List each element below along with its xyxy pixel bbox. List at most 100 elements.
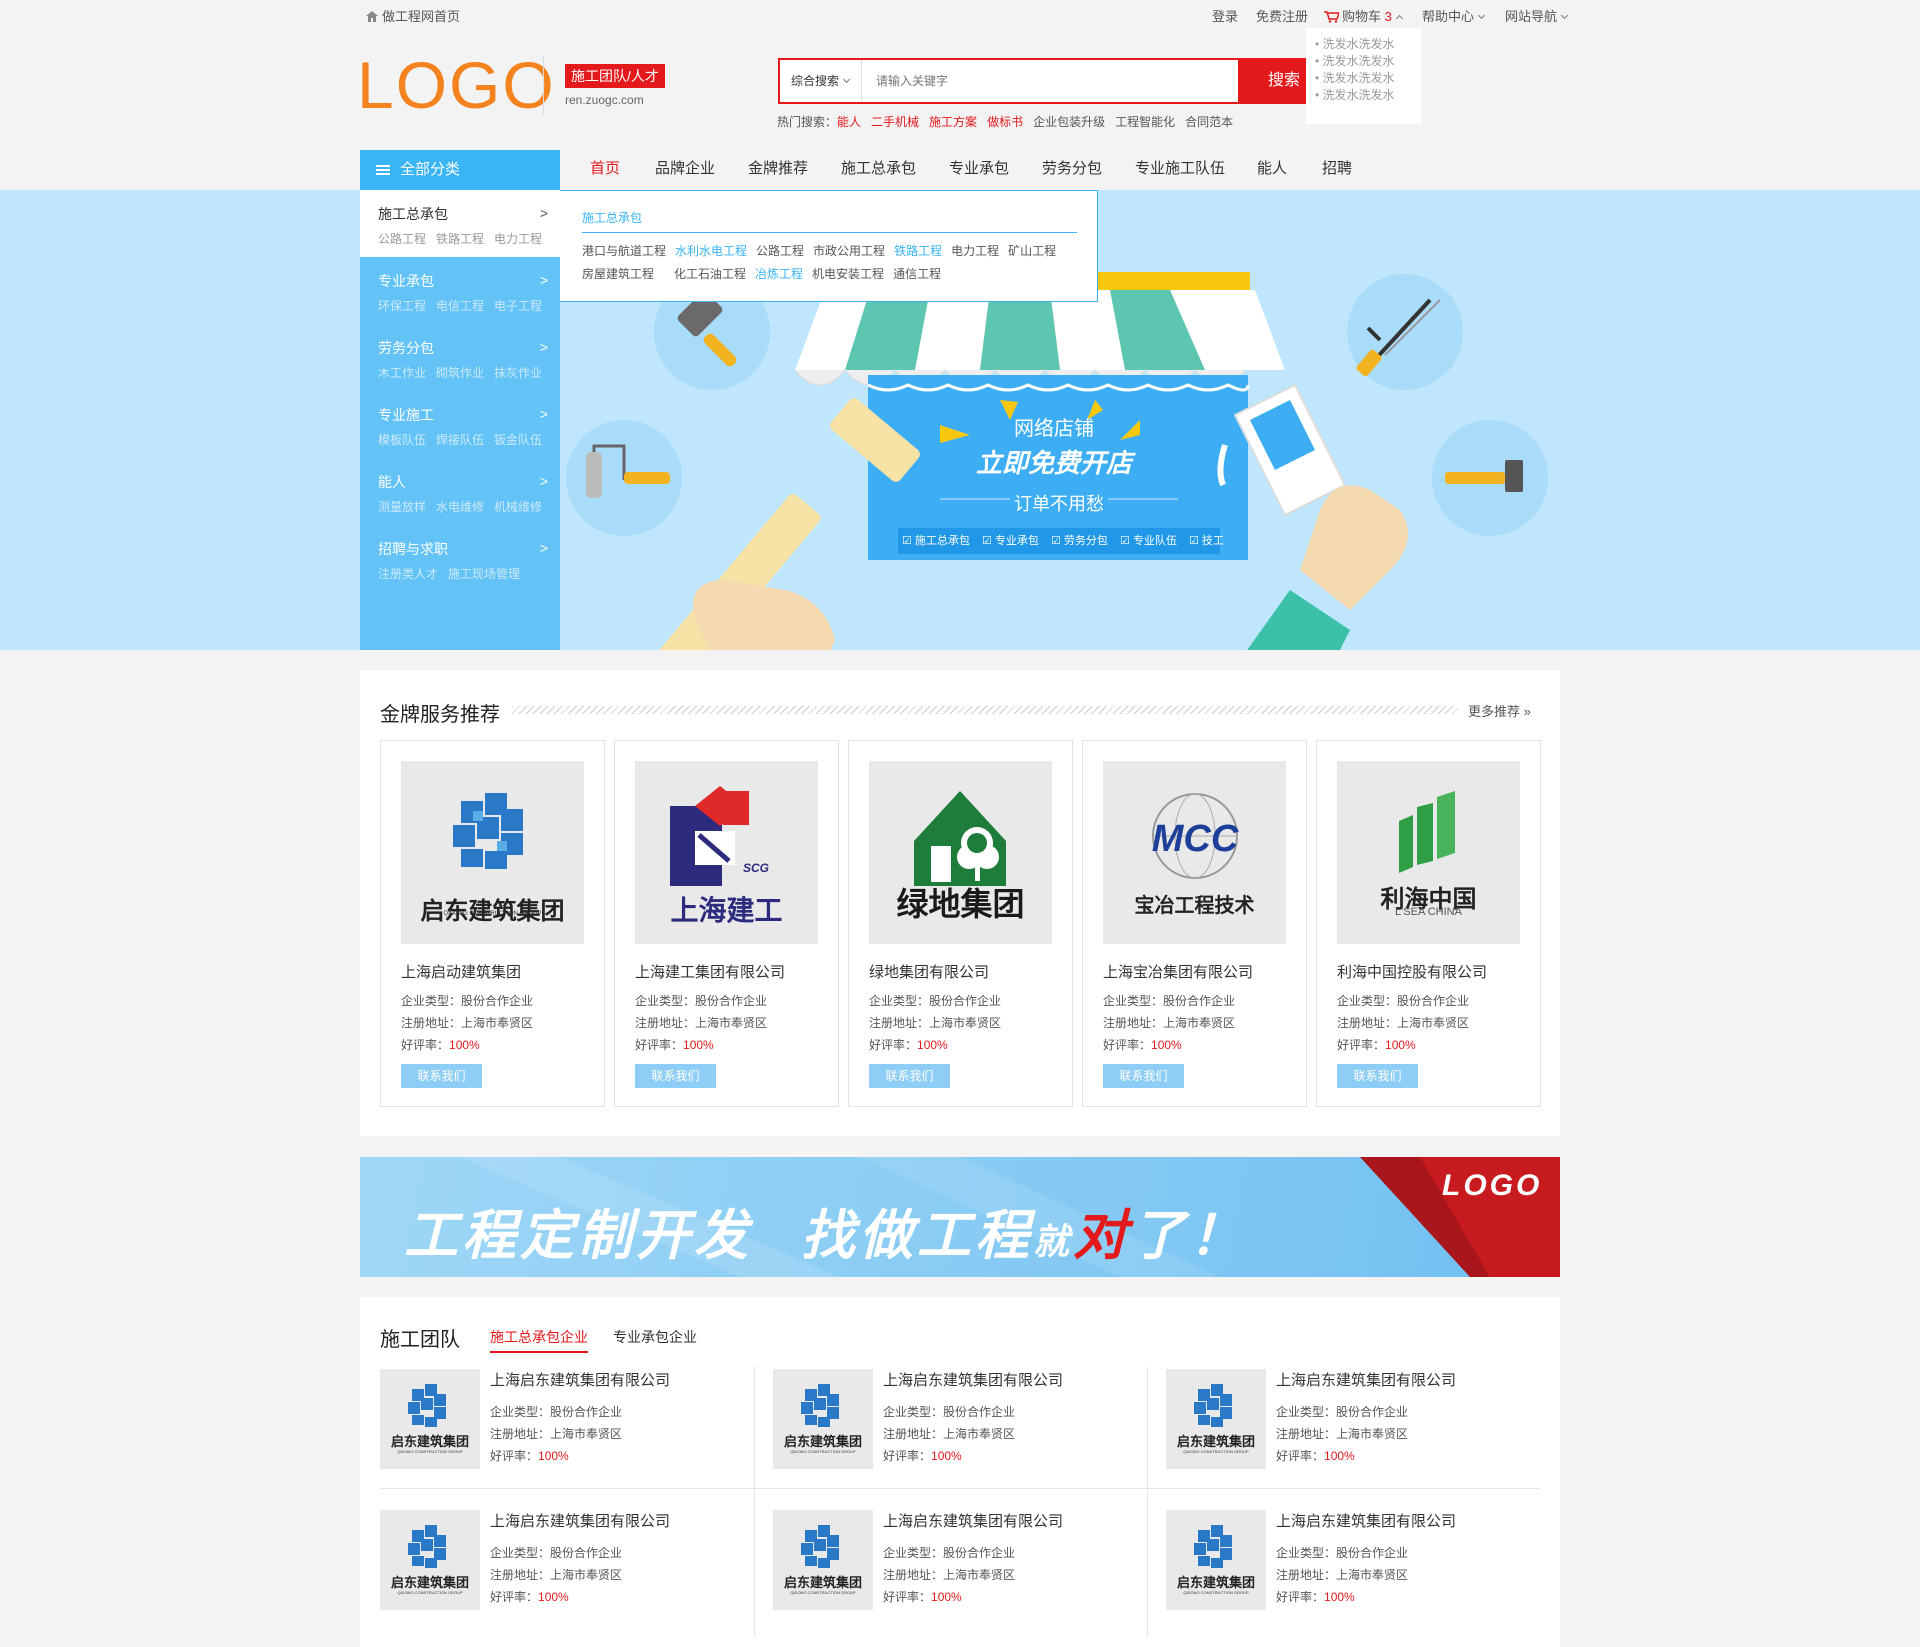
company-name[interactable]: 上海启东建筑集团有限公司 — [883, 1369, 1063, 1390]
hot-search-link[interactable]: 合同范本 — [1185, 115, 1233, 129]
register-link[interactable]: 免费注册 — [1256, 6, 1308, 25]
flyout-link[interactable]: 电力工程 — [951, 244, 999, 258]
nav-general-contract[interactable]: 施工总承包 — [841, 156, 916, 182]
company-name[interactable]: 上海启东建筑集团有限公司 — [490, 1369, 670, 1390]
nav-home[interactable]: 首页 — [590, 156, 620, 182]
team-list-item[interactable]: 启东建筑集团 QIDONG CONSTRUCTION GROUP 上海启东建筑集团有… — [380, 1369, 765, 1509]
site-logo[interactable]: LOGO — [357, 52, 556, 118]
flyout-link[interactable]: 公路工程 — [756, 244, 804, 258]
company-logo[interactable]: 启东建筑集团 QIDONG CONSTRUCTION GROUP — [773, 1369, 873, 1469]
sidebar-item-labor[interactable]: 劳务分包 木工作业 砌筑作业 抹灰作业 > — [360, 324, 560, 391]
company-name[interactable]: 利海中国控股有限公司 — [1337, 961, 1487, 982]
contact-button[interactable]: 联系我们 — [401, 1064, 482, 1088]
company-logo[interactable]: 上海建工 SCG — [635, 761, 818, 944]
team-list-item[interactable]: 启东建筑集团 QIDONG CONSTRUCTION GROUP 上海启东建筑集团有… — [1166, 1369, 1551, 1509]
tab-specialty[interactable]: 专业承包企业 — [613, 1327, 697, 1347]
flyout-link[interactable]: 水利水电工程 — [675, 244, 747, 258]
site-nav-link[interactable]: 网站导航 — [1505, 6, 1569, 25]
sidebar-item-specialty[interactable]: 专业承包 环保工程 电信工程 电子工程 > — [360, 257, 560, 324]
team-list-item[interactable]: 启东建筑集团 QIDONG CONSTRUCTION GROUP 上海启东建筑集团有… — [1166, 1510, 1551, 1647]
company-name[interactable]: 上海启动建筑集团 — [401, 961, 521, 982]
company-card[interactable]: 上海建工 SCG 上海建工集团有限公司 企业类型：股份合作企业 注册地址：上海市奉贤区好… — [614, 740, 839, 1107]
hot-search-link[interactable]: 做标书 — [987, 115, 1023, 129]
company-rating: 好评率：100% — [869, 1038, 948, 1052]
company-name[interactable]: 上海建工集团有限公司 — [635, 961, 785, 982]
company-logo[interactable]: 启东建筑集团 QIDONG CONSTRUCTION GROUP — [380, 1369, 480, 1469]
company-logo[interactable]: MCC宝冶工程技术MCC — [1103, 761, 1286, 944]
search-type-select[interactable]: 综合搜索 — [780, 60, 862, 102]
company-logo[interactable]: 绿地集团 — [869, 761, 1052, 944]
flyout-link[interactable]: 化工石油工程 — [674, 267, 746, 281]
contact-button[interactable]: 联系我们 — [1103, 1064, 1184, 1088]
company-address: 注册地址：上海市奉贤区 — [1276, 1427, 1409, 1441]
flyout-link[interactable]: 铁路工程 — [894, 244, 942, 258]
home-link[interactable]: 做工程网首页 — [366, 6, 460, 25]
company-logo[interactable]: 启东建筑集团 QIDONG CONSTRUCTION GROUP — [1166, 1510, 1266, 1610]
company-rating: 好评率：100% — [1103, 1038, 1182, 1052]
nav-teams[interactable]: 专业施工队伍 — [1135, 156, 1225, 182]
more-recommend-link[interactable]: 更多推荐 » — [1468, 701, 1531, 720]
hot-search-link[interactable]: 能人 — [837, 115, 861, 129]
flyout-link[interactable]: 市政公用工程 — [813, 244, 885, 258]
team-list-item[interactable]: 启东建筑集团 QIDONG CONSTRUCTION GROUP 上海启东建筑集团有… — [773, 1510, 1158, 1647]
all-categories-button[interactable]: 全部分类 — [360, 150, 560, 190]
company-logo[interactable]: 启东建筑集团 QIDONG CONSTRUCTION GROUP — [380, 1510, 480, 1610]
sidebar-item-general-contract[interactable]: 施工总承包 公路工程 铁路工程 电力工程 > — [360, 190, 560, 257]
nav-gold[interactable]: 金牌推荐 — [748, 156, 808, 182]
flyout-link[interactable]: 通信工程 — [893, 267, 941, 281]
contact-button[interactable]: 联系我们 — [635, 1064, 716, 1088]
sidebar-item-talent[interactable]: 能人 测量放样 水电维修 机械维修 > — [360, 458, 560, 525]
nav-specialty[interactable]: 专业承包 — [949, 156, 1009, 182]
company-card[interactable]: 利海中国 L'SEA CHINA 利海中国控股有限公司 企业类型：股份合作企业 注册地址… — [1316, 740, 1541, 1107]
search-button[interactable]: 搜索 — [1238, 58, 1306, 104]
contact-button[interactable]: 联系我们 — [869, 1064, 950, 1088]
hot-search-link[interactable]: 企业包装升级 — [1033, 115, 1105, 129]
cart-link[interactable]: 购物车 3 — [1324, 6, 1403, 25]
nav-brand[interactable]: 品牌企业 — [655, 156, 715, 182]
tab-general-contract[interactable]: 施工总承包企业 — [490, 1327, 588, 1347]
sidebar-item-jobs[interactable]: 招聘与求职 注册类人才 施工现场管理 > — [360, 525, 560, 592]
flyout-link[interactable]: 港口与航道工程 — [582, 244, 666, 258]
login-link[interactable]: 登录 — [1212, 6, 1238, 25]
contact-button[interactable]: 联系我们 — [1337, 1064, 1418, 1088]
flyout-link[interactable]: 冶炼工程 — [755, 267, 803, 281]
company-name[interactable]: 上海启东建筑集团有限公司 — [490, 1510, 670, 1531]
company-type: 企业类型：股份合作企业 — [635, 994, 768, 1008]
flyout-heading[interactable]: 施工总承包 — [582, 209, 1097, 226]
ad-banner[interactable]: 工程定制开发 找做工程就对了！ LOGO — [360, 1157, 1560, 1277]
divider — [582, 232, 1077, 233]
company-card[interactable]: 启东建筑集团 QIDONG CONSTRUCTION GROUP 上海启动建筑集团企… — [380, 740, 605, 1107]
hot-search-link[interactable]: 施工方案 — [929, 115, 977, 129]
flyout-link[interactable]: 房屋建筑工程 — [582, 267, 654, 281]
hot-search-link[interactable]: 二手机械 — [871, 115, 919, 129]
company-name[interactable]: 绿地集团有限公司 — [869, 961, 989, 982]
hot-search-link[interactable]: 工程智能化 — [1115, 115, 1175, 129]
cart-item[interactable]: • 洗发水洗发水 — [1315, 53, 1421, 70]
company-logo[interactable]: 启东建筑集团 QIDONG CONSTRUCTION GROUP — [773, 1510, 873, 1610]
nav-jobs[interactable]: 招聘 — [1322, 156, 1352, 182]
company-logo[interactable]: 启东建筑集团 QIDONG CONSTRUCTION GROUP — [401, 761, 584, 944]
search-input[interactable] — [864, 60, 1214, 102]
nav-talent[interactable]: 能人 — [1257, 156, 1287, 182]
company-name[interactable]: 上海启东建筑集团有限公司 — [1276, 1510, 1456, 1531]
company-name[interactable]: 上海启东建筑集团有限公司 — [883, 1510, 1063, 1531]
company-logo[interactable]: 利海中国 L'SEA CHINA — [1337, 761, 1520, 944]
divider — [543, 55, 544, 115]
help-center-link[interactable]: 帮助中心 — [1422, 6, 1486, 25]
nav-labor[interactable]: 劳务分包 — [1042, 156, 1102, 182]
company-logo[interactable]: 启东建筑集团 QIDONG CONSTRUCTION GROUP — [1166, 1369, 1266, 1469]
chevron-right-icon: > — [539, 339, 548, 355]
cart-item[interactable]: • 洗发水洗发水 — [1315, 36, 1421, 53]
team-list-item[interactable]: 启东建筑集团 QIDONG CONSTRUCTION GROUP 上海启东建筑集团有… — [380, 1510, 765, 1647]
cart-item[interactable]: • 洗发水洗发水 — [1315, 70, 1421, 87]
sidebar-item-construction[interactable]: 专业施工 模板队伍 焊接队伍 钣金队伍 > — [360, 391, 560, 458]
company-name[interactable]: 上海启东建筑集团有限公司 — [1276, 1369, 1456, 1390]
company-card[interactable]: 绿地集团 绿地集团有限公司 企业类型：股份合作企业 注册地址：上海市奉贤区 好评率：10… — [848, 740, 1073, 1107]
company-card[interactable]: MCC宝冶工程技术MCC上海宝冶集团有限公司企业类型：股份合作企业注册地址：上海… — [1082, 740, 1307, 1107]
cart-item[interactable]: • 洗发水洗发水 — [1315, 87, 1421, 104]
company-name[interactable]: 上海宝冶集团有限公司 — [1103, 961, 1253, 982]
team-list-item[interactable]: 启东建筑集团 QIDONG CONSTRUCTION GROUP 上海启东建筑集团有… — [773, 1369, 1158, 1509]
flyout-link[interactable]: 矿山工程 — [1008, 244, 1056, 258]
flyout-link[interactable]: 机电安装工程 — [812, 267, 884, 281]
menu-icon — [376, 165, 390, 175]
